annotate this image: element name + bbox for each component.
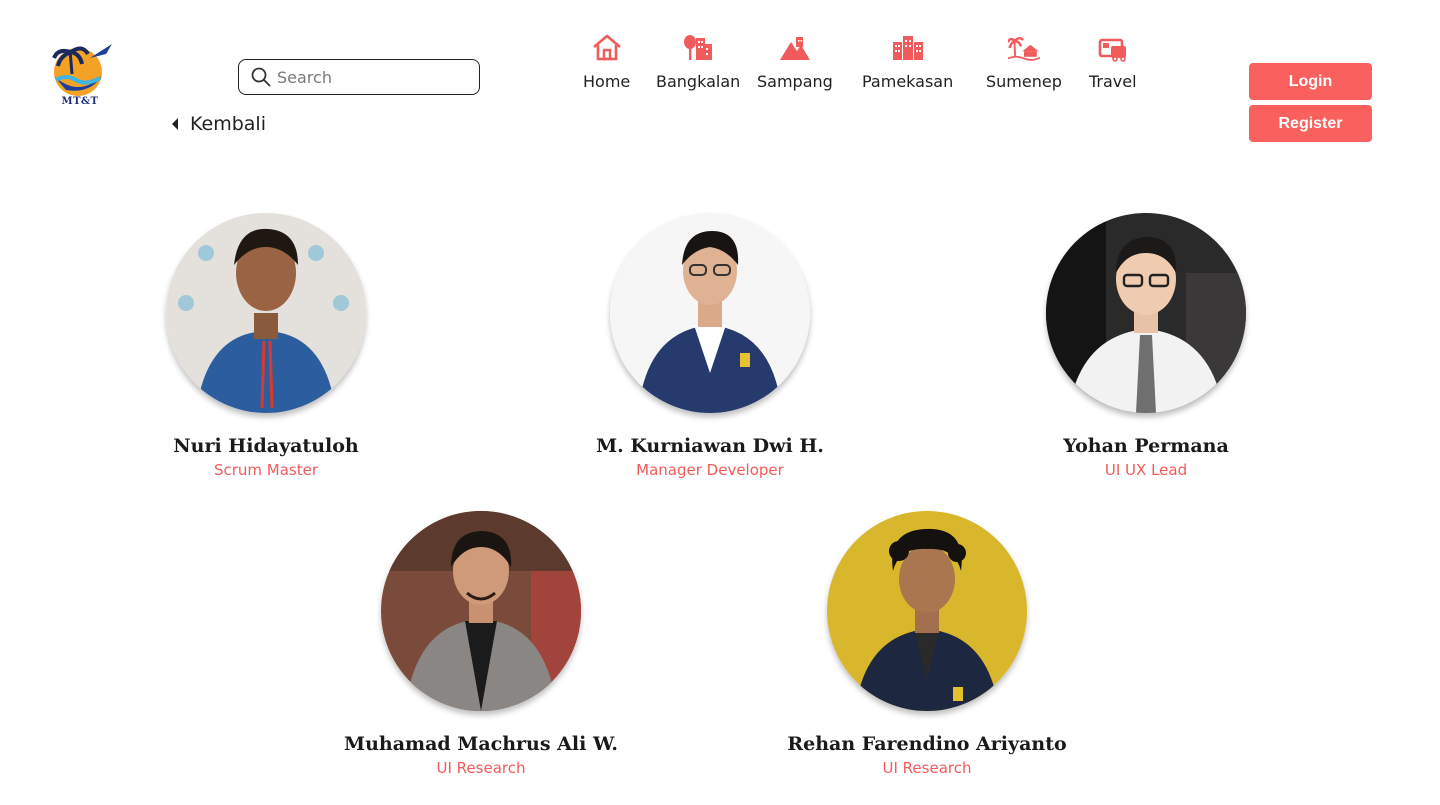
- home-icon: [592, 34, 621, 61]
- buildings-icon: [892, 36, 923, 60]
- member-name: Nuri Hidayatuloh: [173, 435, 359, 457]
- register-button[interactable]: Register: [1249, 105, 1372, 142]
- member-name: M. Kurniawan Dwi H.: [596, 435, 824, 457]
- member-role: Manager Developer: [636, 461, 784, 479]
- login-button[interactable]: Login: [1249, 63, 1372, 100]
- member-role: UI Research: [436, 759, 526, 777]
- nav-label-travel: Travel: [1089, 72, 1137, 91]
- nav-item-pamekasan[interactable]: Pamekasan: [862, 32, 953, 91]
- nav-item-home[interactable]: Home: [583, 32, 630, 91]
- mountain-icon: [779, 37, 810, 60]
- beach-house-icon: [1007, 37, 1040, 61]
- caret-left-icon: [172, 118, 178, 130]
- team-member-card: Nuri Hidayatuloh Scrum Master: [106, 213, 426, 479]
- member-photo: [1046, 213, 1246, 413]
- member-name: Muhamad Machrus Ali W.: [344, 733, 618, 755]
- member-photo: [827, 511, 1027, 711]
- member-photo: [166, 213, 366, 413]
- avatar: [827, 511, 1027, 711]
- nav-label-home: Home: [583, 72, 631, 91]
- avatar: [166, 213, 366, 413]
- nav-label-sumenep: Sumenep: [986, 72, 1062, 91]
- nav-label-sampang: Sampang: [757, 72, 833, 91]
- team-member-card: Rehan Farendino Ariyanto UI Research: [767, 511, 1087, 777]
- team-member-card: Muhamad Machrus Ali W. UI Research: [321, 511, 641, 777]
- nav-item-bangkalan[interactable]: Bangkalan: [656, 32, 740, 91]
- member-name: Rehan Farendino Ariyanto: [787, 733, 1067, 755]
- member-role: UI UX Lead: [1104, 461, 1188, 479]
- nav-item-travel[interactable]: Travel: [1089, 32, 1137, 91]
- avatar: [381, 511, 581, 711]
- member-photo: [381, 511, 581, 711]
- nav-label-bangkalan: Bangkalan: [656, 72, 741, 91]
- avatar: [1046, 213, 1246, 413]
- nav-item-sumenep[interactable]: Sumenep: [986, 32, 1062, 91]
- team-member-card: M. Kurniawan Dwi H. Manager Developer: [550, 213, 870, 479]
- bus-icon: [1098, 38, 1126, 62]
- back-link[interactable]: Kembali: [170, 113, 266, 135]
- member-role: UI Research: [882, 759, 972, 777]
- back-link-label: Kembali: [190, 113, 266, 135]
- main-nav: Home Bangkalan Sampang Pamekasan Sumenep…: [0, 32, 1440, 102]
- nav-item-sampang[interactable]: Sampang: [757, 32, 833, 91]
- avatar: [610, 213, 810, 413]
- member-role: Scrum Master: [213, 461, 319, 479]
- city-tree-icon: [684, 35, 713, 60]
- nav-label-pamekasan: Pamekasan: [862, 72, 954, 91]
- member-photo: [610, 213, 810, 413]
- member-name: Yohan Permana: [1063, 435, 1229, 457]
- team-member-card: Yohan Permana UI UX Lead: [986, 213, 1306, 479]
